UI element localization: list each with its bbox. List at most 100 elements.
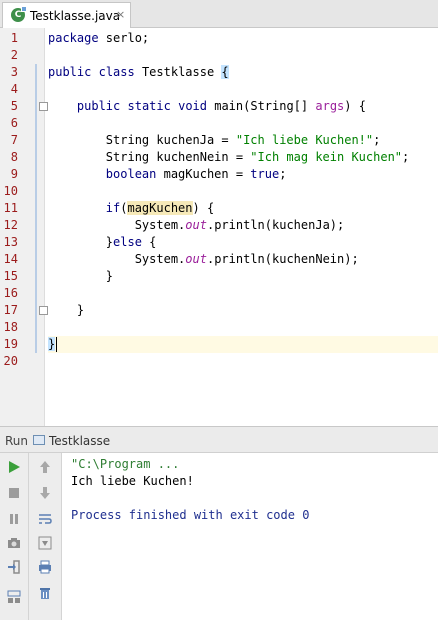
code-text: } <box>105 235 114 249</box>
tab-filename: Testklasse.java <box>30 9 121 23</box>
code-text: System. <box>134 252 186 266</box>
line-number: 6 <box>10 116 18 130</box>
line-number: 8 <box>10 150 18 164</box>
code-text: ) { <box>344 99 366 113</box>
code-line: }else { <box>48 234 438 251</box>
line-number: 4 <box>10 82 18 96</box>
matched-brace: } <box>48 337 56 351</box>
code-line: if(magKuchen) { <box>48 200 438 217</box>
pause-icon[interactable] <box>4 509 24 529</box>
run-tool-window-header: Run Testklasse <box>0 426 438 453</box>
run-toolbar-primary <box>0 453 29 620</box>
fold-method-end-icon[interactable] <box>39 306 48 315</box>
line-number: 1 <box>10 31 18 45</box>
line-number: 14 <box>3 252 18 266</box>
static-field: out <box>185 218 207 232</box>
keyword: else <box>113 235 142 249</box>
keyword: true <box>250 167 280 181</box>
code-line: System.out.println(kuchenJa); <box>48 217 438 234</box>
line-number: 11 <box>3 201 18 215</box>
code-text: serlo; <box>98 31 150 45</box>
run-icon[interactable] <box>4 457 24 477</box>
code-line: } <box>48 302 438 319</box>
string-literal: "Ich mag kein Kuchen" <box>250 150 403 164</box>
line-number: 19 <box>3 337 18 351</box>
class-name: Testklasse <box>134 65 222 79</box>
code-text: ; <box>279 167 287 181</box>
editor-tab-bar: C Testklasse.java × <box>0 0 438 28</box>
java-class-badge-icon <box>21 6 27 12</box>
highlighted-variable: magKuchen <box>127 201 193 215</box>
code-line: } <box>48 268 438 285</box>
keyword: package <box>48 31 99 45</box>
keyword: static <box>127 99 171 113</box>
line-number: 20 <box>3 354 18 368</box>
text-caret <box>56 337 57 352</box>
line-number: 13 <box>3 235 18 249</box>
run-config-name[interactable]: Testklasse <box>49 434 110 448</box>
scroll-to-end-icon[interactable] <box>35 533 55 553</box>
soft-wrap-icon[interactable] <box>35 509 55 529</box>
code-text: String kuchenJa = <box>105 133 236 147</box>
code-text: ; <box>373 133 381 147</box>
code-text: System. <box>134 218 186 232</box>
down-arrow-icon[interactable] <box>35 483 55 503</box>
trash-icon[interactable] <box>35 583 55 603</box>
run-config-icon <box>33 435 45 445</box>
code-line: public static void main(String[] args) { <box>48 98 438 115</box>
line-number: 2 <box>10 48 18 62</box>
print-icon[interactable] <box>35 557 55 577</box>
code-line: String kuchenNein = "Ich mag kein Kuchen… <box>48 149 438 166</box>
line-number: 12 <box>3 218 18 232</box>
console-exit-status: Process finished with exit code 0 <box>71 508 310 522</box>
line-number: 7 <box>10 133 18 147</box>
line-number: 17 <box>3 303 18 317</box>
camera-icon[interactable] <box>4 533 24 553</box>
code-line: package serlo; <box>48 30 438 47</box>
layout-icon[interactable] <box>4 587 24 607</box>
run-console-output[interactable]: "C:\Program ... Ich liebe Kuchen! Proces… <box>62 453 438 620</box>
keyword: void <box>178 99 207 113</box>
line-number: 9 <box>10 167 18 181</box>
console-command-line: "C:\Program ... <box>71 457 180 471</box>
line-number: 3 <box>10 65 18 79</box>
keyword: boolean <box>105 167 157 181</box>
code-line: String kuchenJa = "Ich liebe Kuchen!"; <box>48 132 438 149</box>
current-code-line: } <box>48 336 438 353</box>
static-field: out <box>185 252 207 266</box>
fold-method-icon[interactable] <box>39 102 48 111</box>
line-number: 16 <box>3 286 18 300</box>
code-text: { <box>141 235 157 249</box>
code-text: magKuchen = <box>156 167 251 181</box>
file-tab[interactable]: C Testklasse.java × <box>2 2 131 28</box>
line-number: 10 <box>3 184 18 198</box>
line-number-gutter: 1 2 3 4 5 6 7 8 9 10 11 12 13 14 15 16 1… <box>0 28 48 426</box>
string-literal: "Ich liebe Kuchen!" <box>235 133 374 147</box>
code-text: } <box>76 303 85 317</box>
code-text: .println(kuchenJa); <box>206 218 345 232</box>
run-tab-label[interactable]: Run <box>5 434 28 448</box>
matched-brace: { <box>221 65 229 79</box>
line-number: 18 <box>3 320 18 334</box>
code-text: main(String[] <box>207 99 316 113</box>
code-text: String kuchenNein = <box>105 150 251 164</box>
line-number: 5 <box>10 99 18 113</box>
keyword: public <box>76 99 121 113</box>
scope-indicator <box>35 64 37 353</box>
code-line: boolean magKuchen = true; <box>48 166 438 183</box>
console-output-line: Ich liebe Kuchen! <box>71 474 194 488</box>
parameter: args <box>315 99 345 113</box>
up-arrow-icon[interactable] <box>35 457 55 477</box>
keyword: public <box>48 65 92 79</box>
code-text: ) { <box>192 201 215 215</box>
exit-icon[interactable] <box>4 557 24 577</box>
run-toolbar-secondary <box>29 453 62 620</box>
code-line: System.out.println(kuchenNein); <box>48 251 438 268</box>
code-editor[interactable]: 1 2 3 4 5 6 7 8 9 10 11 12 13 14 15 16 1… <box>0 28 438 426</box>
code-line: public class Testklasse { <box>48 64 438 81</box>
stop-icon[interactable] <box>4 483 24 503</box>
keyword: class <box>98 65 135 79</box>
code-text: .println(kuchenNein); <box>206 252 359 266</box>
code-text: } <box>105 269 114 283</box>
close-tab-icon[interactable]: × <box>116 8 125 21</box>
